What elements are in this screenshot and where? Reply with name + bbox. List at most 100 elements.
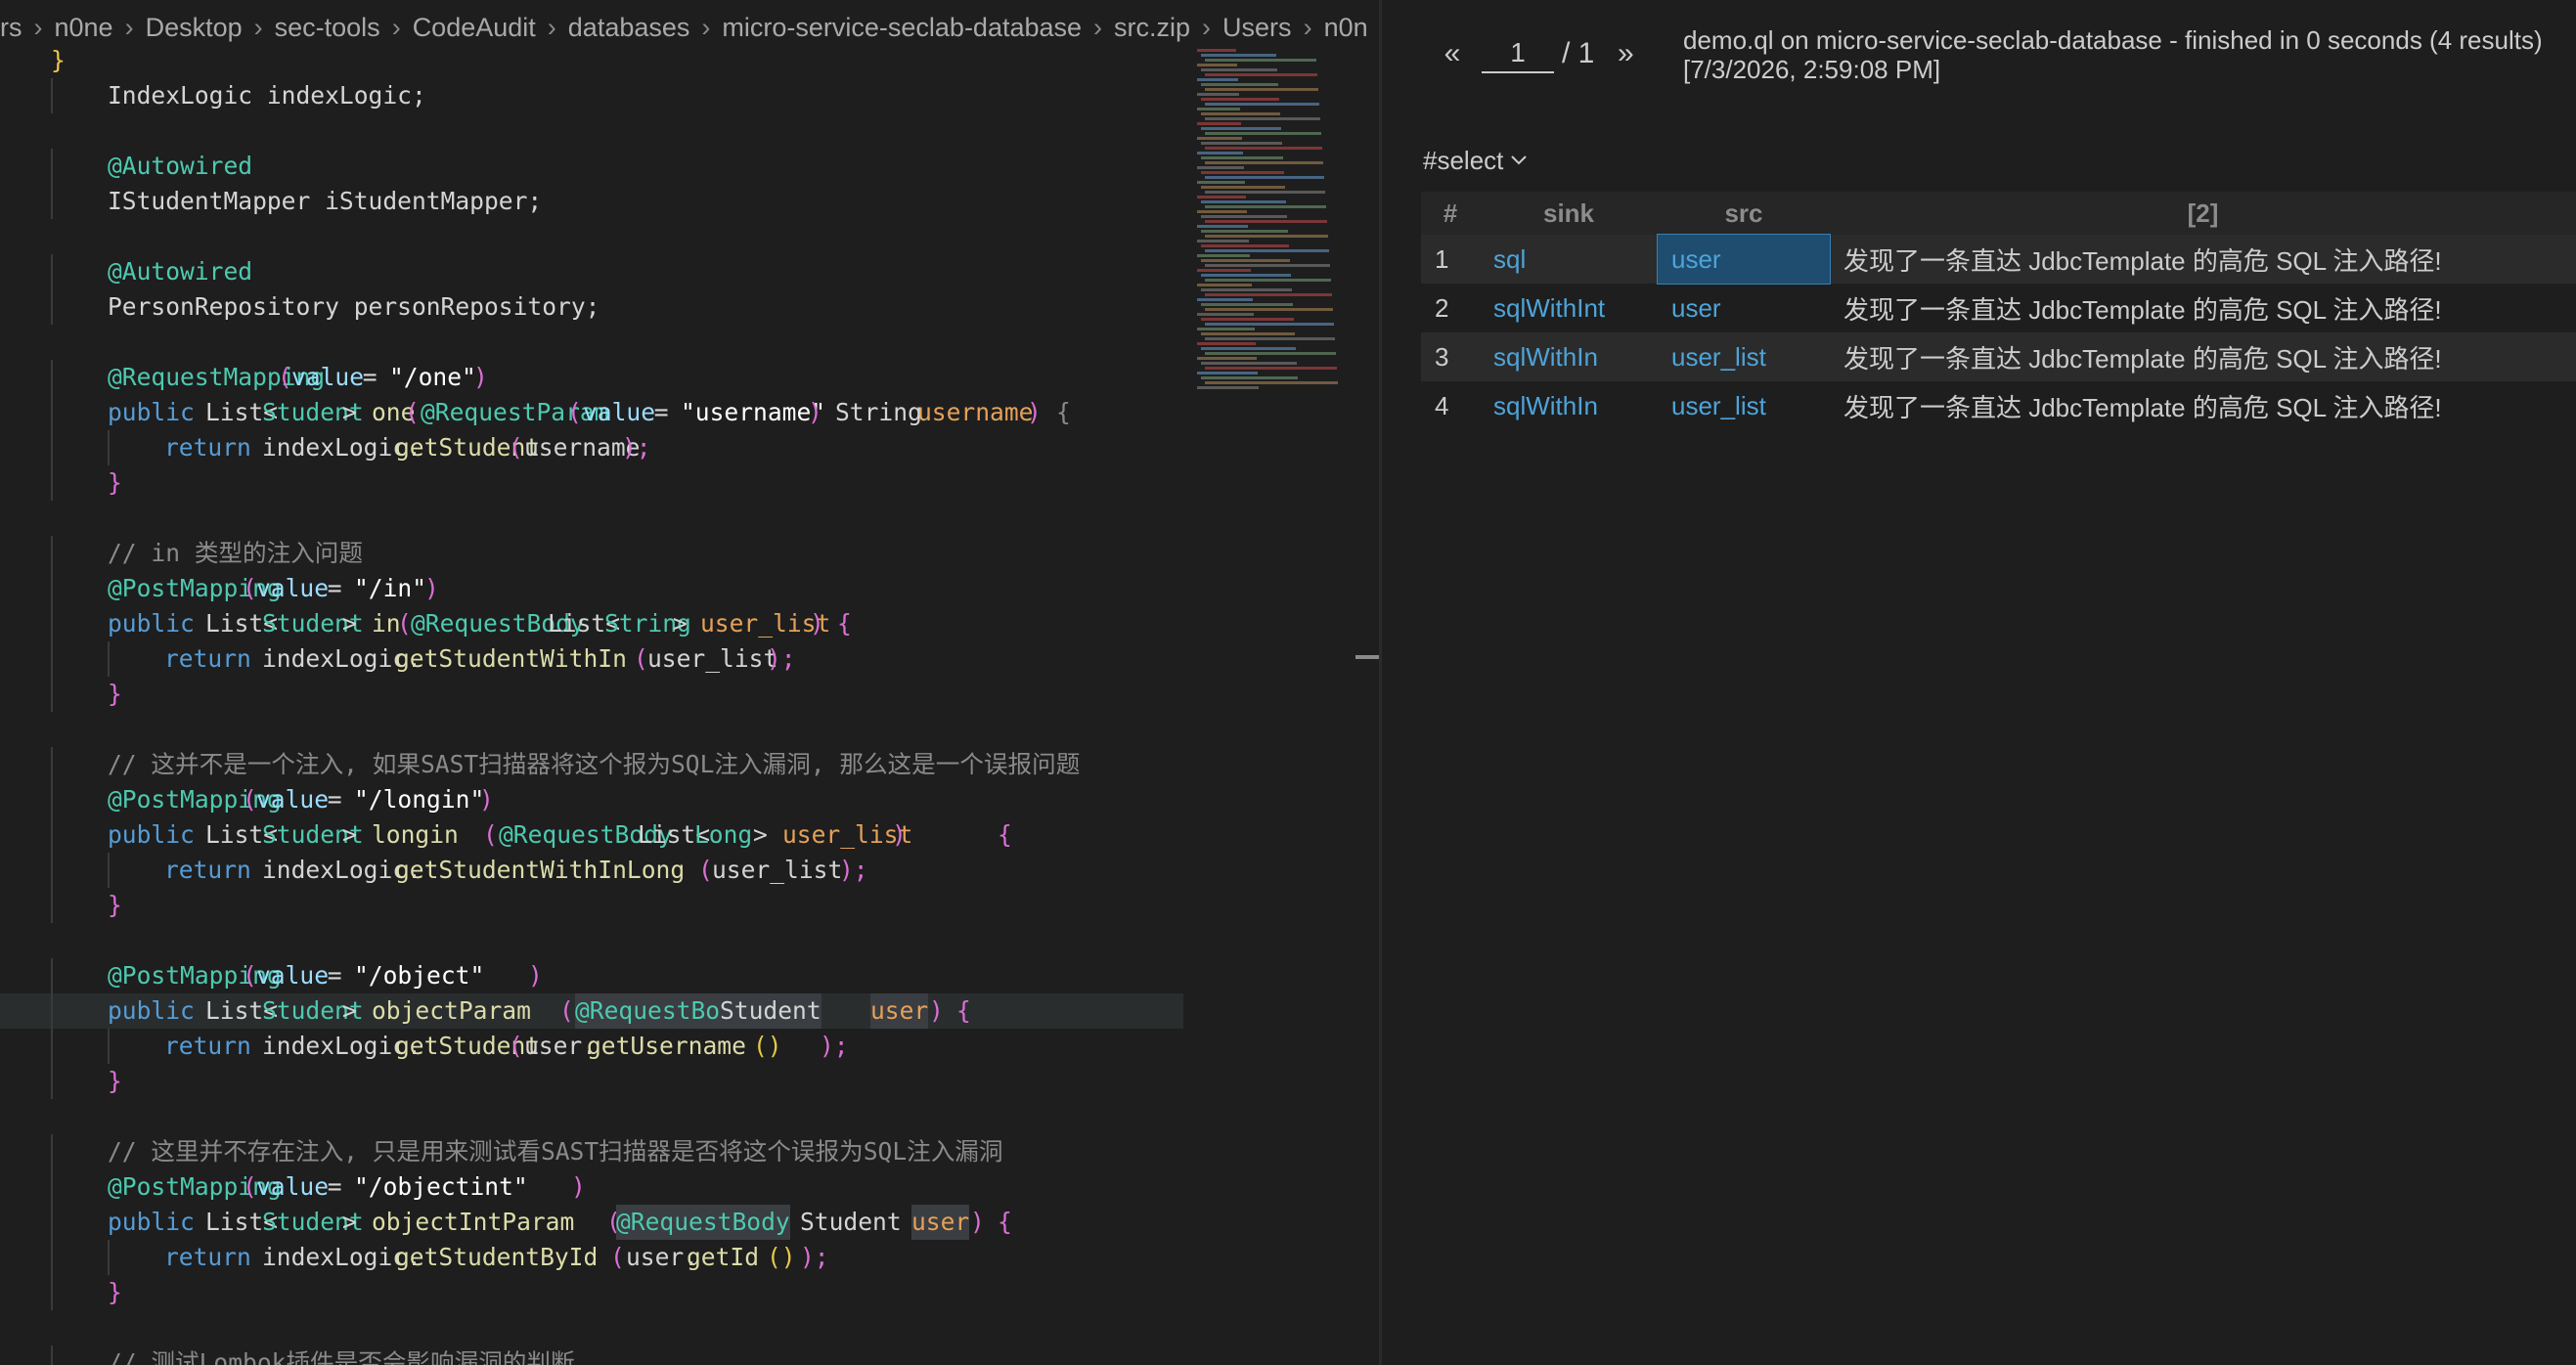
result-set-dropdown[interactable]: #select — [1423, 143, 1529, 178]
code-line[interactable]: public List< Student > in(@RequestBody List< S… — [0, 606, 1183, 641]
code-line[interactable]: IStudentMapper iStudentMapper; — [0, 184, 1183, 219]
minimap-line — [1205, 88, 1318, 91]
code-token: ); — [800, 1243, 829, 1271]
code-line[interactable]: return indexLogic. getStudentWithIn(user_l… — [0, 641, 1183, 677]
minimap-line — [1201, 83, 1278, 86]
src-link[interactable]: user_list — [1658, 332, 1830, 381]
code-line[interactable]: @PostMapping(value = "/object") — [0, 958, 1183, 993]
table-row[interactable]: 1 sql user 发现了一条直达 JdbcTemplate 的高危 SQL 注入路… — [1421, 234, 2576, 285]
code-token: } — [108, 468, 122, 497]
code-line[interactable]: return indexLogic. getStudent(user. getUser… — [0, 1029, 1183, 1064]
code-token: ) — [808, 398, 822, 426]
code-line[interactable]: public List< Student > objectParam(@RequestB… — [0, 993, 1183, 1029]
code-line[interactable]: @Autowired — [0, 149, 1183, 184]
code-token: } — [108, 891, 122, 919]
code-line[interactable]: } — [0, 465, 1183, 501]
sink-link[interactable]: sql — [1480, 235, 1658, 284]
code-token: Student — [720, 993, 822, 1029]
code-token: return — [164, 1032, 251, 1060]
header-index[interactable]: # — [1421, 192, 1480, 235]
code-line[interactable]: // in 类型的注入问题 — [0, 536, 1183, 571]
code-line[interactable]: } — [0, 1064, 1183, 1099]
indent-guide — [51, 430, 53, 465]
indent-guide — [51, 677, 53, 712]
code-line[interactable]: // 测试Lombok插件是否会影响漏洞的判断 — [0, 1345, 1183, 1365]
code-line[interactable]: @Autowired — [0, 254, 1183, 289]
code-token: ( — [698, 856, 713, 884]
code-line[interactable]: } — [0, 888, 1183, 923]
code-line[interactable]: } — [0, 677, 1183, 712]
sink-link[interactable]: sqlWithInt — [1480, 284, 1658, 332]
code-token: username — [917, 398, 1034, 426]
minimap-line — [1201, 347, 1296, 350]
header-message[interactable]: [2] — [1830, 192, 2576, 235]
code-token: public — [108, 609, 195, 638]
minimap-line — [1205, 249, 1329, 252]
header-sink[interactable]: sink — [1480, 192, 1658, 235]
result-set-label: #select — [1423, 145, 1504, 175]
table-row[interactable]: 2 sqlWithInt user 发现了一条直达 JdbcTemplate 的高危 … — [1421, 284, 2576, 332]
code-line[interactable]: @RequestMapping(value = "/one") — [0, 360, 1183, 395]
result-message: 发现了一条直达 JdbcTemplate 的高危 SQL 注入路径! — [1843, 294, 2442, 325]
sink-link[interactable]: sqlWithIn — [1480, 332, 1658, 381]
code-line[interactable]: public List< Student > one(@RequestParam(val… — [0, 395, 1183, 430]
src-link[interactable]: user — [1658, 284, 1830, 332]
minimap-line — [1197, 313, 1254, 316]
minimap-line — [1197, 357, 1257, 360]
src-link[interactable]: user — [1657, 234, 1831, 285]
code-token: = — [640, 398, 684, 426]
code-token: public — [108, 1208, 195, 1236]
code-token: public — [108, 820, 195, 849]
result-message: 发现了一条直达 JdbcTemplate 的高危 SQL 注入路径! — [1830, 235, 2576, 284]
previous-page-button[interactable]: « — [1433, 37, 1472, 70]
sink-link[interactable]: sqlWithIn — [1480, 381, 1658, 430]
code-line[interactable]: } — [0, 43, 1183, 78]
indent-guide — [51, 149, 53, 184]
indent-guide — [108, 1029, 110, 1064]
indent-guide — [51, 184, 53, 219]
code-token: Long — [694, 820, 753, 849]
code-line[interactable]: public List< Student > longin(@RequestBody Li… — [0, 817, 1183, 853]
code-token: = — [313, 1172, 357, 1201]
minimap-line — [1197, 284, 1252, 286]
code-line[interactable]: @PostMapping(value = "/longin") — [0, 782, 1183, 817]
src-link[interactable]: user_list — [1658, 381, 1830, 430]
minimap-line — [1201, 230, 1288, 233]
minimap[interactable] — [1183, 43, 1369, 395]
code-line[interactable]: // 这并不是一个注入, 如果SAST扫描器将这个报为SQL注入漏洞, 那么这是… — [0, 747, 1183, 782]
code-line[interactable]: return indexLogic. getStudent(username); — [0, 430, 1183, 465]
header-src[interactable]: src — [1658, 192, 1830, 235]
minimap-line — [1197, 269, 1251, 272]
code-line[interactable]: @PostMapping(value = "/objectint") — [0, 1169, 1183, 1205]
minimap-line — [1197, 122, 1241, 125]
scrollbar-marker[interactable] — [1355, 655, 1379, 659]
code-line[interactable]: @PostMapping(value = "/in") — [0, 571, 1183, 606]
code-token: = — [313, 785, 357, 814]
code-token: () — [753, 1032, 782, 1060]
minimap-line — [1201, 142, 1282, 145]
code-line[interactable]: public List< Student > objectIntParam(@Reque… — [0, 1205, 1183, 1240]
code-line[interactable]: } — [0, 1275, 1183, 1310]
indent-guide — [51, 1029, 53, 1064]
code-token: ( — [567, 398, 582, 426]
code-line[interactable]: IndexLogic indexLogic; — [0, 78, 1183, 113]
table-row[interactable]: 3 sqlWithIn user_list 发现了一条直达 JdbcTemplate … — [1421, 332, 2576, 381]
next-page-button[interactable]: » — [1606, 37, 1645, 70]
code-area[interactable]: } IndexLogic indexLogic; @Autowired IStuden… — [0, 43, 1183, 1365]
minimap-line — [1205, 220, 1327, 223]
code-token: objectParam — [372, 996, 531, 1025]
page-number-input[interactable] — [1482, 34, 1554, 73]
minimap-line — [1205, 59, 1316, 62]
code-line[interactable]: return indexLogic. getStudentWithInLong(us… — [0, 853, 1183, 888]
minimap-line — [1197, 152, 1243, 154]
code-editor[interactable]: rs › n0ne › Desktop › sec-tools › CodeAudit › data… — [0, 0, 1379, 1365]
code-line[interactable]: // 这里并不存在注入, 只是用来测试看SAST扫描器是否将这个误报为SQL注入… — [0, 1134, 1183, 1169]
code-token: ( — [278, 363, 292, 391]
table-row[interactable]: 4 sqlWithIn user_list 发现了一条直达 JdbcTemplate … — [1421, 381, 2576, 430]
minimap-line — [1201, 98, 1279, 101]
code-line[interactable]: return indexLogic. getStudentById(user. get… — [0, 1240, 1183, 1275]
code-token: user_list — [647, 644, 778, 673]
minimap-line — [1197, 386, 1259, 389]
code-line[interactable]: PersonRepository personRepository; — [0, 289, 1183, 325]
code-token: return — [164, 644, 251, 673]
